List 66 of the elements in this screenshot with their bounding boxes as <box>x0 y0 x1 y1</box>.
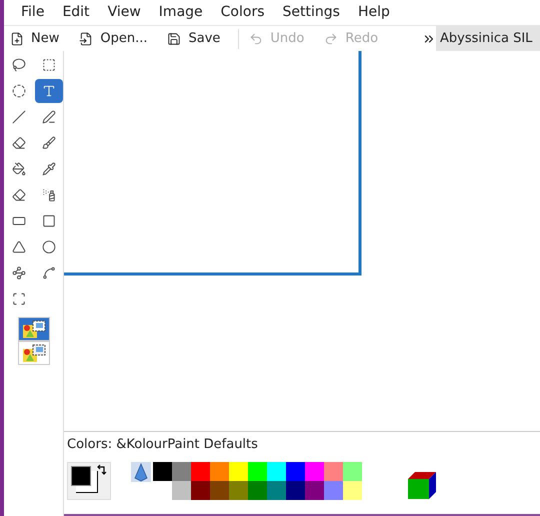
curve-icon <box>42 266 56 280</box>
palette-color[interactable] <box>248 462 267 480</box>
square-icon <box>42 214 56 228</box>
palette-color[interactable] <box>324 480 343 500</box>
palette-color[interactable] <box>229 480 248 500</box>
ellipse-icon <box>42 240 56 254</box>
palette-color[interactable] <box>248 480 267 500</box>
palette-color[interactable] <box>267 480 286 500</box>
palette-color[interactable] <box>210 462 229 480</box>
open-icon <box>79 32 94 46</box>
palette-color[interactable] <box>172 462 191 480</box>
menu-item[interactable]: File <box>12 2 54 23</box>
palette-color[interactable] <box>343 480 362 500</box>
eraser-icon <box>12 188 26 202</box>
selection-mode-button[interactable] <box>18 317 50 341</box>
dashed-circle-icon <box>12 84 26 98</box>
pyramid-icon <box>131 462 151 482</box>
eraser-icon <box>12 136 26 150</box>
palette-color[interactable] <box>210 480 229 500</box>
dashed-square-icon <box>42 58 56 72</box>
paint-bucket-icon <box>12 162 26 176</box>
menu-item[interactable]: Image <box>150 2 212 23</box>
palette-color[interactable] <box>286 480 305 500</box>
selection-mode-button[interactable] <box>18 341 50 365</box>
palette-color[interactable] <box>343 462 362 480</box>
palette-color[interactable] <box>324 462 343 480</box>
palette-color[interactable] <box>153 462 172 480</box>
undo-icon <box>249 32 264 46</box>
palette-color[interactable] <box>191 462 210 480</box>
selection-mode-icon <box>20 343 46 363</box>
palette-color[interactable] <box>172 480 191 500</box>
spray-can-icon <box>42 188 56 202</box>
toolbar-button[interactable]: Save <box>161 26 226 50</box>
menu-item[interactable]: Settings <box>274 2 349 23</box>
color-swatch-widget[interactable] <box>67 462 111 500</box>
polyline-icon <box>12 266 26 280</box>
palette-color[interactable] <box>229 462 248 480</box>
menu-item[interactable]: Edit <box>53 2 99 23</box>
lasso-icon <box>12 58 26 72</box>
cube-icon <box>406 470 436 500</box>
menu-item[interactable]: View <box>98 2 150 23</box>
polygon-icon <box>12 240 26 254</box>
palette-color[interactable] <box>267 462 286 480</box>
line-icon <box>12 110 26 124</box>
palette-color[interactable] <box>305 480 324 500</box>
toolbar-button[interactable]: Open... <box>73 26 154 50</box>
tool-button[interactable] <box>34 79 62 103</box>
rounded-rectangle-icon <box>12 214 26 228</box>
brush-icon <box>42 136 56 150</box>
palette-color[interactable] <box>286 462 305 480</box>
palette-color[interactable] <box>191 480 210 500</box>
swap-icon <box>96 464 108 476</box>
menu-item[interactable]: Colors <box>212 2 274 23</box>
palette-color[interactable] <box>305 462 324 480</box>
new-icon <box>10 32 24 46</box>
text-tool-icon <box>42 84 56 98</box>
selection-mode-icon <box>20 319 46 339</box>
colors-label: Colors: &KolourPaint Defaults <box>67 436 259 454</box>
font-field[interactable]: Abyssinica SIL <box>436 26 540 52</box>
menu-item[interactable]: Help <box>348 2 399 23</box>
pipette-icon <box>42 162 56 176</box>
redo-icon <box>324 32 338 46</box>
toolbar-button[interactable]: New <box>4 26 66 50</box>
save-icon <box>167 32 182 46</box>
pen-icon <box>42 110 56 124</box>
frame-icon <box>12 292 26 306</box>
